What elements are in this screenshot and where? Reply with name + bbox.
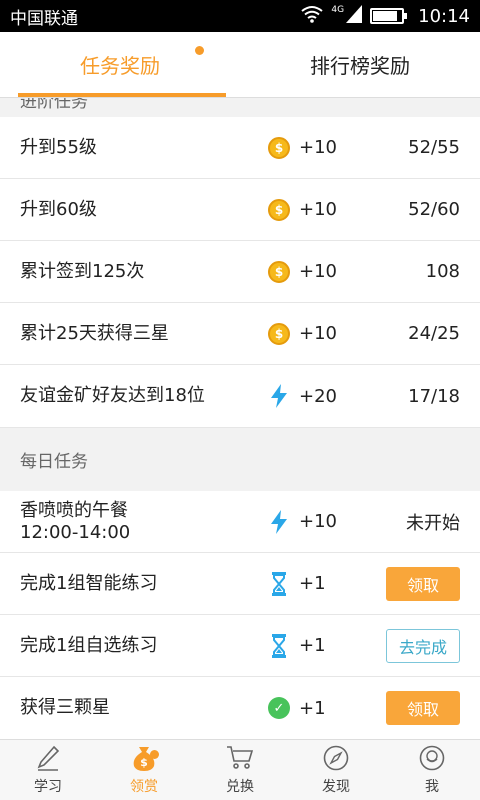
task-reward: ✓ +1 [268,697,326,719]
task-row[interactable]: 累计签到125次 $ +10 108 [0,241,480,303]
reward-amount: +20 [299,385,337,407]
reward-amount: +1 [299,635,326,656]
task-progress: 52/60 [408,199,460,220]
task-reward: $ +10 [268,136,337,159]
task-row[interactable]: 友谊金矿好友达到18位 +20 17/18 [0,365,480,427]
reward-amount: +1 [299,697,326,719]
task-reward: +1 [268,633,326,658]
nav-me[interactable]: 我 [384,740,480,800]
tab-label: 任务奖励 [80,54,160,78]
lightning-icon [268,384,290,408]
daily-task-group: 香喷喷的午餐 12:00-14:00 +10 未开始 完成1组智能练习 +1 领… [0,491,480,739]
carrier-name: 中国联通 [10,8,78,29]
nav-label: 领赏 [130,779,158,795]
tab-leaderboard-rewards[interactable]: 排行榜奖励 [240,32,480,97]
task-row[interactable]: 香喷喷的午餐 12:00-14:00 +10 未开始 [0,491,480,553]
task-row[interactable]: 升到55级 $ +10 52/55 [0,117,480,179]
smiley-icon [416,742,448,774]
notification-dot [195,46,204,55]
network-type: 4G [331,5,345,15]
notification-dot [150,750,159,759]
nav-label: 发现 [322,779,350,795]
task-row[interactable]: 累计25天获得三星 $ +10 24/25 [0,303,480,365]
task-reward: +10 [268,509,337,534]
bottom-navigation: 学习 $ 领赏 兑换 发现 我 [0,739,480,800]
tab-task-rewards[interactable]: 任务奖励 [0,32,240,97]
task-label: 获得三颗星 [20,697,110,718]
reward-amount: +10 [299,323,337,344]
task-list[interactable]: 进阶任务 升到55级 $ +10 52/55 升到60级 $ +10 52/60… [0,98,480,739]
coin-icon: $ [268,260,290,283]
compass-icon [320,742,352,774]
check-circle-icon: ✓ [268,697,290,719]
task-title: 香喷喷的午餐 [20,499,128,521]
battery-icon [370,8,408,24]
section-header-partial: 进阶任务 [0,98,480,117]
clock: 10:14 [418,5,470,27]
task-status: 未开始 [406,512,460,534]
wifi-icon [301,5,324,28]
tab-label: 排行榜奖励 [310,54,410,78]
claim-button[interactable]: 领取 [386,691,460,725]
signal-icon [346,4,363,28]
hourglass-icon [268,633,290,658]
pencil-icon [32,742,64,774]
task-row[interactable]: 完成1组智能练习 +1 领取 [0,553,480,615]
nav-exchange[interactable]: 兑换 [192,740,288,800]
task-label: 完成1组自选练习 [20,634,158,656]
reward-amount: +10 [299,511,337,532]
task-progress: 52/55 [408,137,460,158]
task-reward: $ +10 [268,260,337,283]
task-time: 12:00-14:00 [20,521,131,543]
reward-amount: +1 [299,573,326,594]
claim-button[interactable]: 领取 [386,566,460,601]
upgrade-task-group: 升到55级 $ +10 52/55 升到60级 $ +10 52/60 累计签到… [0,117,480,427]
task-row[interactable]: 获得三颗星 ✓ +1 领取 [0,677,480,739]
section-title: 每日任务 [20,452,88,472]
nav-rewards[interactable]: $ 领赏 [96,740,192,800]
task-row[interactable]: 升到60级 $ +10 52/60 [0,179,480,241]
nav-label: 兑换 [226,779,254,795]
nav-study[interactable]: 学习 [0,740,96,800]
cart-icon [224,742,256,774]
task-reward: +20 [268,384,337,408]
go-complete-button[interactable]: 去完成 [386,628,460,663]
task-reward: +1 [268,571,326,596]
task-reward: $ +10 [268,198,337,221]
status-bar: 中国联通 4G 10:14 [0,0,480,32]
coin-icon: $ [268,136,290,159]
task-progress: 108 [425,261,460,282]
tab-bar: 任务奖励 排行榜奖励 [0,32,480,98]
task-progress: 24/25 [408,323,460,344]
reward-amount: +10 [299,137,337,158]
lightning-icon [268,509,290,534]
svg-text:$: $ [140,756,148,769]
task-row[interactable]: 完成1组自选练习 +1 去完成 [0,615,480,677]
task-label: 完成1组智能练习 [20,572,158,594]
hourglass-icon [268,571,290,596]
task-progress: 17/18 [408,385,460,407]
coin-icon: $ [268,322,290,345]
coin-icon: $ [268,198,290,221]
reward-amount: +10 [299,261,337,282]
reward-amount: +10 [299,199,337,220]
nav-label: 我 [425,779,439,795]
task-reward: $ +10 [268,322,337,345]
nav-label: 学习 [34,779,62,795]
nav-discover[interactable]: 发现 [288,740,384,800]
section-header-daily: 每日任务 [0,427,480,491]
